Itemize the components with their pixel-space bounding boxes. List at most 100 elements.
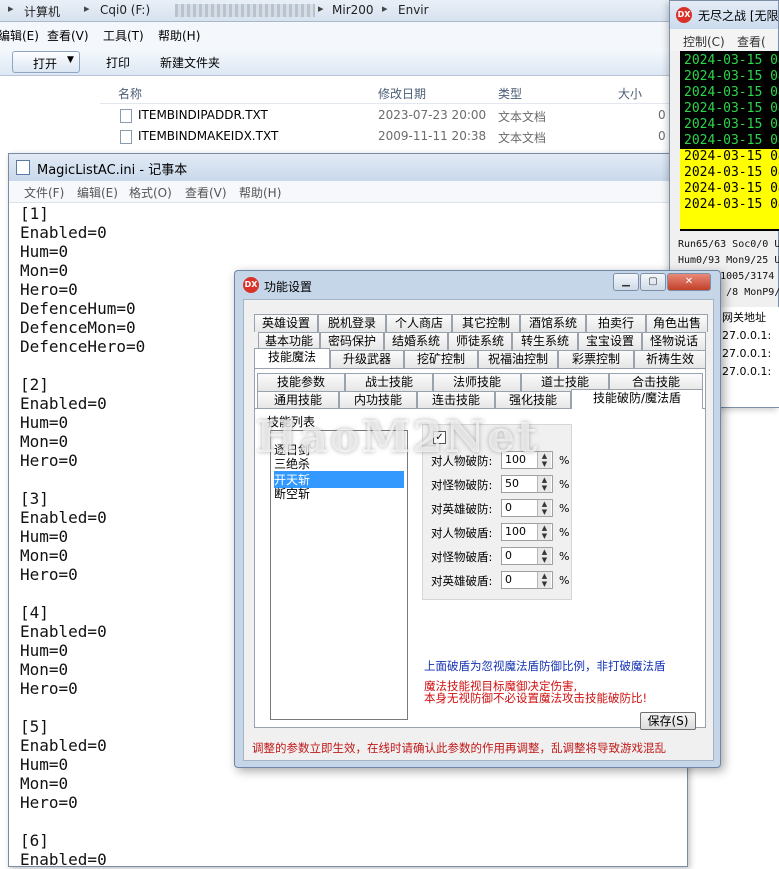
file-row[interactable]: ITEMBINDMAKEIDX.TXT 2009-11-11 20:38 文本文…	[100, 127, 680, 147]
tab-mining-control[interactable]: 挖矿控制	[404, 350, 478, 368]
spin-arrows-icon[interactable]: ▲ ▼	[537, 524, 551, 540]
tab-lottery-control[interactable]: 彩票控制	[558, 350, 634, 368]
file-list-header: 名称 修改日期 类型 大小	[100, 80, 680, 104]
notepad-text-area[interactable]: [1] Enabled=0 Hum=0 Mon=0 Hero=0 Defence…	[20, 204, 145, 869]
gateway-header: 网关地址	[722, 311, 766, 324]
console-log[interactable]: 2024-03-15 08: 2024-03-15 08: 2024-03-15…	[680, 51, 779, 231]
tab-mentor-system[interactable]: 师徒系统	[448, 332, 512, 350]
field-label: 对英雄破防:	[431, 502, 493, 516]
save-button[interactable]: 保存(S)	[640, 712, 696, 730]
tab-tavern-system[interactable]: 酒馆系统	[520, 314, 586, 332]
tab-blessing-oil[interactable]: 祝福油控制	[478, 350, 558, 368]
breadcrumb-envir[interactable]: Envir	[398, 3, 429, 17]
tab-other-control[interactable]: 其它控制	[452, 314, 520, 332]
open-button[interactable]: 打开 ▼	[12, 51, 80, 73]
dropdown-arrow-icon[interactable]: ▼	[67, 55, 74, 65]
dx-app-icon: DX	[243, 277, 259, 293]
menu-help[interactable]: 帮助(H)	[239, 184, 281, 201]
subtab-combo-attack[interactable]: 连击技能	[417, 391, 495, 409]
tab-marriage-system[interactable]: 结婚系统	[384, 332, 448, 350]
column-size[interactable]: 大小	[618, 85, 642, 102]
file-type: 文本文档	[498, 131, 547, 145]
log-line: 2024-03-15 08:	[684, 85, 779, 100]
breadcrumb-computer[interactable]: 计算机	[24, 3, 60, 20]
field-label: 对怪物破防:	[431, 478, 493, 492]
gateway-row[interactable]: 27.0.0.1:	[722, 365, 771, 378]
subtab-general-skills[interactable]: 通用技能	[257, 391, 339, 409]
file-name: ITEMBINDIPADDR.TXT	[138, 108, 268, 122]
spin-arrows-icon[interactable]: ▲ ▼	[537, 476, 551, 492]
gateway-row[interactable]: 27.0.0.1:	[722, 347, 771, 360]
minimize-button[interactable]: ▁	[613, 273, 639, 291]
dialog-title-bar[interactable]: DX 功能设置 ▁ ▢ ✕	[235, 271, 720, 299]
tab-personal-shop[interactable]: 个人商店	[386, 314, 452, 332]
subtab-mage-skills[interactable]: 法师技能	[433, 373, 521, 391]
tab-hero-settings[interactable]: 英雄设置	[254, 314, 318, 332]
new-folder-button[interactable]: 新建文件夹	[160, 54, 220, 71]
close-button[interactable]: ✕	[667, 273, 711, 291]
maximize-button[interactable]: ▢	[640, 273, 666, 291]
column-date[interactable]: 修改日期	[378, 85, 426, 102]
breadcrumb-drive[interactable]: Cqi0 (F:)	[100, 3, 150, 17]
spin-arrows-icon[interactable]: ▲ ▼	[537, 572, 551, 588]
percent-unit: %	[559, 502, 570, 515]
menu-view[interactable]: 查看(	[737, 33, 766, 50]
menu-tools[interactable]: 工具(T)	[103, 27, 144, 44]
tab-skill-magic[interactable]: 技能魔法	[254, 348, 330, 368]
text-file-icon	[120, 109, 132, 123]
open-label: 打开	[33, 57, 58, 71]
dialog-body: 英雄设置 脱机登录 个人商店 其它控制 酒馆系统 拍卖行 角色出售 基本功能 密…	[243, 299, 714, 761]
file-explorer-window: ▸ 计算机 ▸ Cqi0 (F:) ▸ Mir200 ▸ Envir 编辑(E)…	[0, 0, 680, 160]
address-bar[interactable]: ▸ 计算机 ▸ Cqi0 (F:) ▸ Mir200 ▸ Envir	[0, 0, 680, 22]
print-button[interactable]: 打印	[106, 54, 130, 71]
explorer-toolbar: 打开 ▼ 打印 新建文件夹	[0, 48, 680, 76]
subtab-enhance-skills[interactable]: 强化技能	[495, 391, 571, 409]
field-label: 对人物破盾:	[431, 526, 493, 540]
menu-edit[interactable]: 编辑(E)	[77, 184, 118, 201]
column-type[interactable]: 类型	[498, 85, 522, 102]
tab-auction[interactable]: 拍卖行	[586, 314, 646, 332]
tab-role-sale[interactable]: 角色出售	[646, 314, 708, 332]
skill-list[interactable]: 逐日剑 三绝杀 开天斩 断空斩	[270, 430, 408, 720]
notepad-title-bar[interactable]: MagicListAC.ini - 记事本	[9, 154, 687, 181]
breadcrumb-mir200[interactable]: Mir200	[332, 3, 374, 17]
tab-monster-speech[interactable]: 怪物说话	[642, 332, 706, 350]
tab-pet-settings[interactable]: 宝宝设置	[578, 332, 642, 350]
footer-warning: 调整的参数立即生效，在线时请确认此参数的作用再调整，乱调整将导致游戏混乱	[252, 741, 666, 755]
tab-offline-login[interactable]: 脱机登录	[318, 314, 386, 332]
menu-view[interactable]: 查看(V)	[47, 27, 89, 44]
log-line: 2024-03-15 08:	[684, 133, 779, 148]
redacted-path	[175, 4, 315, 17]
file-date: 2009-11-11 20:38	[378, 129, 487, 143]
subtab-skill-params[interactable]: 技能参数	[257, 373, 345, 391]
menu-view[interactable]: 查看(V)	[185, 184, 227, 201]
shield-note: 上面破盾为忽视魔法盾防御比例，非打破魔法盾	[424, 659, 666, 673]
log-line: 2024-03-15 08:	[684, 101, 779, 116]
log-line: 2024-03-15 08:	[684, 197, 779, 212]
dx-app-icon: DX	[676, 7, 692, 23]
subtab-skill-break-shield[interactable]: 技能破防/魔法盾	[571, 389, 703, 409]
column-name[interactable]: 名称	[118, 85, 142, 102]
spin-arrows-icon[interactable]: ▲ ▼	[537, 548, 551, 564]
dialog-title: 功能设置	[264, 280, 313, 294]
tab-upgrade-weapon[interactable]: 升级武器	[330, 350, 404, 368]
menu-format[interactable]: 格式(O)	[129, 184, 172, 201]
subtab-inner-skills[interactable]: 内功技能	[339, 391, 417, 409]
tab-prayer-effect[interactable]: 祈祷生效	[634, 350, 706, 368]
file-row[interactable]: ITEMBINDIPADDR.TXT 2023-07-23 20:00 文本文档…	[100, 106, 680, 126]
notepad-title: MagicListAC.ini - 记事本	[37, 163, 188, 178]
menu-edit[interactable]: 编辑(E)	[0, 27, 39, 44]
console-title-bar[interactable]: DX 无尽之战 [无限	[670, 1, 779, 29]
menu-file[interactable]: 文件(F)	[24, 184, 64, 201]
gateway-row[interactable]: 27.0.0.1:	[722, 329, 771, 342]
log-line: 2024-03-15 08:	[684, 165, 779, 180]
tab-rebirth-system[interactable]: 转生系统	[512, 332, 578, 350]
log-line: 2024-03-15 08:	[684, 117, 779, 132]
menu-control[interactable]: 控制(C)	[683, 33, 725, 50]
menu-help[interactable]: 帮助(H)	[158, 27, 200, 44]
percent-unit: %	[559, 478, 570, 491]
subtab-warrior-skills[interactable]: 战士技能	[345, 373, 433, 391]
list-item[interactable]: 断空斩	[274, 485, 310, 502]
spin-arrows-icon[interactable]: ▲ ▼	[537, 500, 551, 516]
file-size: 0	[658, 108, 666, 122]
